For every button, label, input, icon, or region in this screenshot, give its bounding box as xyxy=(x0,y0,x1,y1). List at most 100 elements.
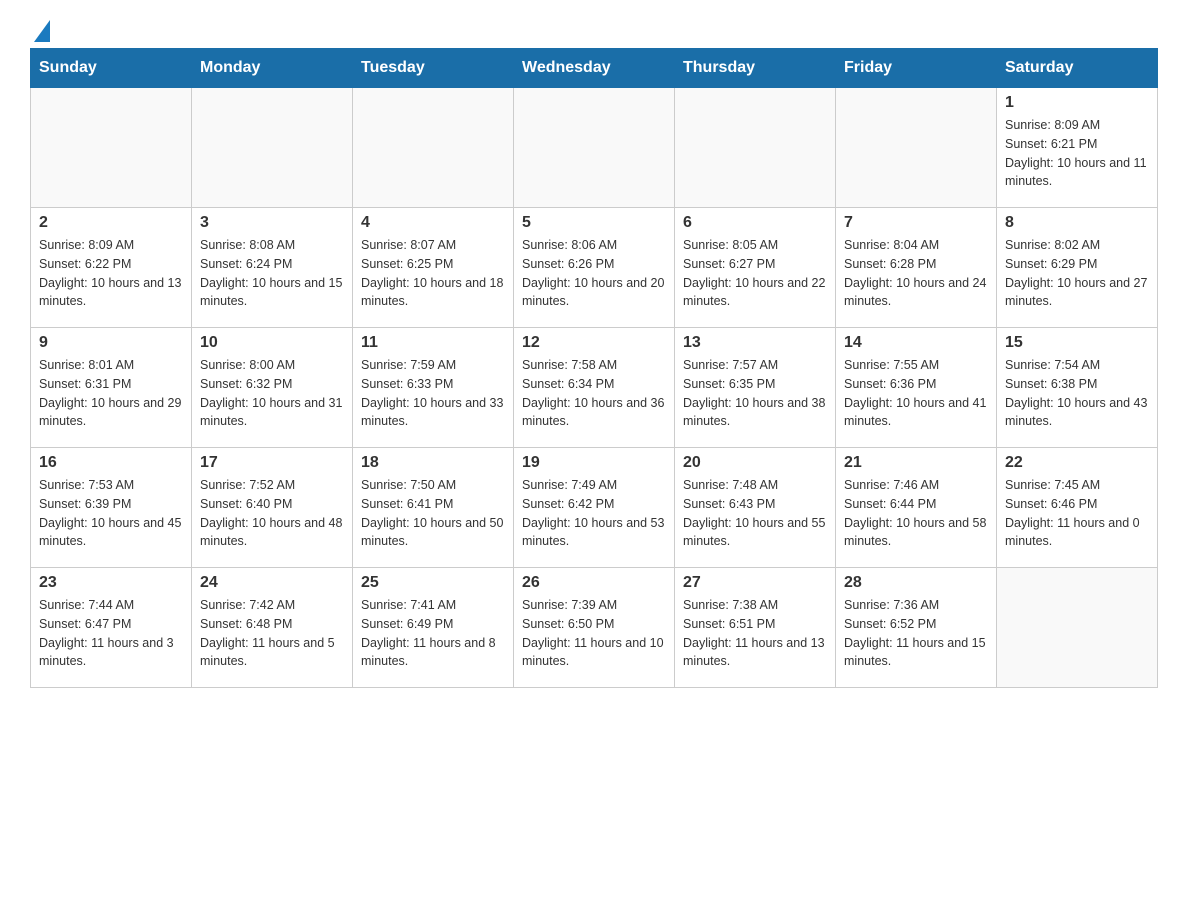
calendar-day-cell: 17 Sunrise: 7:52 AMSunset: 6:40 PMDayligh… xyxy=(192,448,353,568)
calendar-day-cell: 5 Sunrise: 8:06 AMSunset: 6:26 PMDaylight… xyxy=(514,208,675,328)
day-number: 10 xyxy=(200,334,344,352)
day-info: Sunrise: 7:41 AMSunset: 6:49 PMDaylight:… xyxy=(361,596,505,671)
day-info: Sunrise: 7:52 AMSunset: 6:40 PMDaylight:… xyxy=(200,476,344,551)
day-number: 1 xyxy=(1005,94,1149,112)
calendar-day-cell: 16 Sunrise: 7:53 AMSunset: 6:39 PMDayligh… xyxy=(31,448,192,568)
calendar-day-cell: 9Sunrise: 8:01 AMSunset: 6:31 PMDaylight… xyxy=(31,328,192,448)
day-number: 26 xyxy=(522,574,666,592)
calendar-day-cell: 4 Sunrise: 8:07 AMSunset: 6:25 PMDaylight… xyxy=(353,208,514,328)
day-info: Sunrise: 8:06 AMSunset: 6:26 PMDaylight:… xyxy=(522,236,666,311)
weekday-header-row: SundayMondayTuesdayWednesdayThursdayFrid… xyxy=(31,49,1158,88)
calendar-week-row: 16 Sunrise: 7:53 AMSunset: 6:39 PMDayligh… xyxy=(31,448,1158,568)
day-number: 14 xyxy=(844,334,988,352)
day-info: Sunrise: 7:53 AMSunset: 6:39 PMDaylight:… xyxy=(39,476,183,551)
calendar-day-cell xyxy=(514,88,675,208)
calendar-day-cell xyxy=(192,88,353,208)
calendar-day-cell: 19Sunrise: 7:49 AMSunset: 6:42 PMDayligh… xyxy=(514,448,675,568)
day-info: Sunrise: 7:38 AMSunset: 6:51 PMDaylight:… xyxy=(683,596,827,671)
calendar-day-cell: 28Sunrise: 7:36 AMSunset: 6:52 PMDayligh… xyxy=(836,568,997,688)
weekday-header-friday: Friday xyxy=(836,49,997,88)
logo-triangle-icon xyxy=(34,20,50,42)
calendar-table: SundayMondayTuesdayWednesdayThursdayFrid… xyxy=(30,48,1158,688)
day-number: 5 xyxy=(522,214,666,232)
calendar-day-cell: 18 Sunrise: 7:50 AMSunset: 6:41 PMDayligh… xyxy=(353,448,514,568)
calendar-day-cell: 10 Sunrise: 8:00 AMSunset: 6:32 PMDayligh… xyxy=(192,328,353,448)
day-info: Sunrise: 7:49 AMSunset: 6:42 PMDaylight:… xyxy=(522,476,666,551)
calendar-day-cell: 1Sunrise: 8:09 AMSunset: 6:21 PMDaylight… xyxy=(997,88,1158,208)
day-info: Sunrise: 8:04 AMSunset: 6:28 PMDaylight:… xyxy=(844,236,988,311)
day-info: Sunrise: 7:54 AMSunset: 6:38 PMDaylight:… xyxy=(1005,356,1149,431)
calendar-day-cell: 22Sunrise: 7:45 AMSunset: 6:46 PMDayligh… xyxy=(997,448,1158,568)
day-number: 11 xyxy=(361,334,505,352)
calendar-week-row: 23 Sunrise: 7:44 AMSunset: 6:47 PMDayligh… xyxy=(31,568,1158,688)
calendar-day-cell: 20 Sunrise: 7:48 AMSunset: 6:43 PMDayligh… xyxy=(675,448,836,568)
calendar-week-row: 1Sunrise: 8:09 AMSunset: 6:21 PMDaylight… xyxy=(31,88,1158,208)
page-header xyxy=(30,20,1158,38)
day-info: Sunrise: 7:55 AMSunset: 6:36 PMDaylight:… xyxy=(844,356,988,431)
day-info: Sunrise: 8:01 AMSunset: 6:31 PMDaylight:… xyxy=(39,356,183,431)
calendar-day-cell: 27 Sunrise: 7:38 AMSunset: 6:51 PMDayligh… xyxy=(675,568,836,688)
calendar-week-row: 2 Sunrise: 8:09 AMSunset: 6:22 PMDaylight… xyxy=(31,208,1158,328)
day-info: Sunrise: 8:08 AMSunset: 6:24 PMDaylight:… xyxy=(200,236,344,311)
day-number: 18 xyxy=(361,454,505,472)
day-number: 24 xyxy=(200,574,344,592)
weekday-header-monday: Monday xyxy=(192,49,353,88)
calendar-day-cell: 21 Sunrise: 7:46 AMSunset: 6:44 PMDayligh… xyxy=(836,448,997,568)
day-number: 17 xyxy=(200,454,344,472)
day-number: 4 xyxy=(361,214,505,232)
day-info: Sunrise: 7:48 AMSunset: 6:43 PMDaylight:… xyxy=(683,476,827,551)
day-number: 20 xyxy=(683,454,827,472)
day-info: Sunrise: 7:46 AMSunset: 6:44 PMDaylight:… xyxy=(844,476,988,551)
day-number: 7 xyxy=(844,214,988,232)
calendar-day-cell: 11 Sunrise: 7:59 AMSunset: 6:33 PMDayligh… xyxy=(353,328,514,448)
calendar-day-cell: 15 Sunrise: 7:54 AMSunset: 6:38 PMDayligh… xyxy=(997,328,1158,448)
day-info: Sunrise: 7:45 AMSunset: 6:46 PMDaylight:… xyxy=(1005,476,1149,551)
calendar-day-cell: 13 Sunrise: 7:57 AMSunset: 6:35 PMDayligh… xyxy=(675,328,836,448)
day-info: Sunrise: 8:07 AMSunset: 6:25 PMDaylight:… xyxy=(361,236,505,311)
day-number: 3 xyxy=(200,214,344,232)
day-info: Sunrise: 7:50 AMSunset: 6:41 PMDaylight:… xyxy=(361,476,505,551)
calendar-day-cell: 24 Sunrise: 7:42 AMSunset: 6:48 PMDayligh… xyxy=(192,568,353,688)
weekday-header-sunday: Sunday xyxy=(31,49,192,88)
day-number: 27 xyxy=(683,574,827,592)
calendar-day-cell: 26 Sunrise: 7:39 AMSunset: 6:50 PMDayligh… xyxy=(514,568,675,688)
day-number: 16 xyxy=(39,454,183,472)
calendar-day-cell xyxy=(31,88,192,208)
weekday-header-saturday: Saturday xyxy=(997,49,1158,88)
day-number: 8 xyxy=(1005,214,1149,232)
day-number: 15 xyxy=(1005,334,1149,352)
calendar-day-cell xyxy=(675,88,836,208)
calendar-day-cell xyxy=(836,88,997,208)
day-number: 12 xyxy=(522,334,666,352)
calendar-day-cell: 7 Sunrise: 8:04 AMSunset: 6:28 PMDaylight… xyxy=(836,208,997,328)
day-info: Sunrise: 7:59 AMSunset: 6:33 PMDaylight:… xyxy=(361,356,505,431)
calendar-header: SundayMondayTuesdayWednesdayThursdayFrid… xyxy=(31,49,1158,88)
calendar-day-cell: 14 Sunrise: 7:55 AMSunset: 6:36 PMDayligh… xyxy=(836,328,997,448)
weekday-header-thursday: Thursday xyxy=(675,49,836,88)
day-info: Sunrise: 8:05 AMSunset: 6:27 PMDaylight:… xyxy=(683,236,827,311)
day-number: 13 xyxy=(683,334,827,352)
calendar-day-cell: 6 Sunrise: 8:05 AMSunset: 6:27 PMDaylight… xyxy=(675,208,836,328)
day-number: 25 xyxy=(361,574,505,592)
calendar-day-cell xyxy=(353,88,514,208)
calendar-day-cell: 2 Sunrise: 8:09 AMSunset: 6:22 PMDaylight… xyxy=(31,208,192,328)
day-info: Sunrise: 7:57 AMSunset: 6:35 PMDaylight:… xyxy=(683,356,827,431)
day-info: Sunrise: 7:42 AMSunset: 6:48 PMDaylight:… xyxy=(200,596,344,671)
day-info: Sunrise: 8:00 AMSunset: 6:32 PMDaylight:… xyxy=(200,356,344,431)
day-number: 28 xyxy=(844,574,988,592)
calendar-week-row: 9Sunrise: 8:01 AMSunset: 6:31 PMDaylight… xyxy=(31,328,1158,448)
logo xyxy=(30,20,50,38)
day-info: Sunrise: 8:02 AMSunset: 6:29 PMDaylight:… xyxy=(1005,236,1149,311)
calendar-day-cell: 12Sunrise: 7:58 AMSunset: 6:34 PMDayligh… xyxy=(514,328,675,448)
calendar-day-cell: 23 Sunrise: 7:44 AMSunset: 6:47 PMDayligh… xyxy=(31,568,192,688)
day-number: 21 xyxy=(844,454,988,472)
calendar-body: 1Sunrise: 8:09 AMSunset: 6:21 PMDaylight… xyxy=(31,88,1158,688)
day-info: Sunrise: 8:09 AMSunset: 6:22 PMDaylight:… xyxy=(39,236,183,311)
day-number: 23 xyxy=(39,574,183,592)
day-number: 6 xyxy=(683,214,827,232)
day-info: Sunrise: 7:39 AMSunset: 6:50 PMDaylight:… xyxy=(522,596,666,671)
calendar-day-cell: 25 Sunrise: 7:41 AMSunset: 6:49 PMDayligh… xyxy=(353,568,514,688)
day-info: Sunrise: 7:44 AMSunset: 6:47 PMDaylight:… xyxy=(39,596,183,671)
weekday-header-wednesday: Wednesday xyxy=(514,49,675,88)
day-number: 2 xyxy=(39,214,183,232)
